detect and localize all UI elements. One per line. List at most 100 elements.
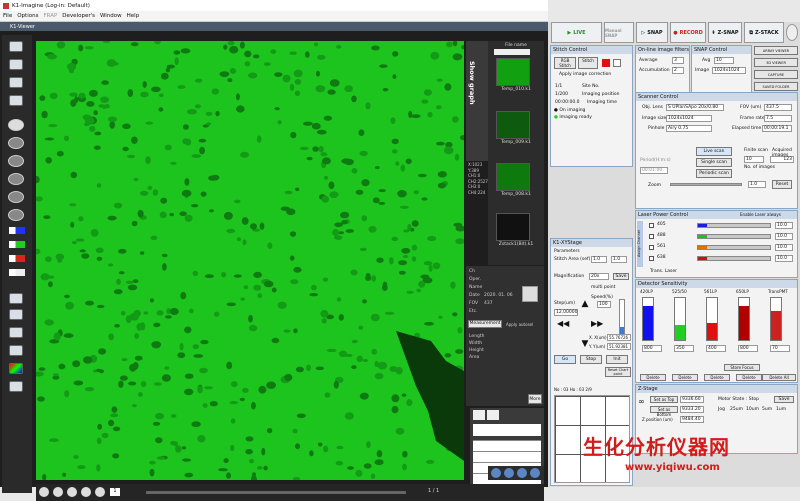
file-name-2[interactable]: Temp_009.k1 xyxy=(488,140,544,145)
menu-help[interactable]: Help xyxy=(127,13,140,19)
frame-slider[interactable] xyxy=(146,491,406,494)
single-scan-button[interactable]: Single scan xyxy=(696,158,732,167)
laser-power-slider[interactable] xyxy=(697,245,771,250)
finite-scan-checkbox[interactable]: Finite scan xyxy=(744,148,768,153)
stitch-area-y-input[interactable]: 1.0 xyxy=(611,256,627,263)
obj-lens-select[interactable]: S UPlanSApo 20x/0.80 xyxy=(666,104,724,111)
laser-power-input[interactable]: 10.0 xyxy=(775,255,793,262)
periodic-scan-button[interactable]: Periodic scan xyxy=(696,169,732,178)
accumulation-checkbox[interactable]: Accumulation xyxy=(639,68,670,73)
stop-icon[interactable] xyxy=(602,59,610,67)
zstage-save-button[interactable]: Save xyxy=(774,396,794,403)
magnification-select[interactable]: 20x xyxy=(589,273,609,280)
finite-scan-input[interactable]: 10 xyxy=(744,156,764,163)
new-file-icon[interactable] xyxy=(9,41,23,52)
capture-button[interactable]: CAPTURE xyxy=(754,70,798,79)
detector-gain-input[interactable]: 400 xyxy=(706,345,726,352)
go-button[interactable]: Go xyxy=(554,355,576,364)
measurement-button[interactable]: Measurement xyxy=(468,320,502,328)
arrow-right-icon[interactable]: ▶▶ xyxy=(591,319,611,329)
frame-input[interactable]: 1 xyxy=(110,488,120,496)
laser-power-slider[interactable] xyxy=(697,234,771,239)
grid-view-icon[interactable] xyxy=(491,468,501,478)
delete-all-button[interactable]: Delete All xyxy=(762,374,796,381)
menu-frap[interactable]: FRAP xyxy=(43,13,57,19)
stitch-area-x-input[interactable]: 1.0 xyxy=(591,256,607,263)
file-thumb-1[interactable] xyxy=(496,58,530,86)
average-input[interactable]: 3 xyxy=(672,57,684,64)
zoom-slider[interactable] xyxy=(670,183,742,186)
mag-save-button[interactable]: Save xyxy=(613,273,629,280)
jog-10um[interactable]: 10um xyxy=(746,407,759,412)
apply-autosel-label[interactable]: Apply autosel xyxy=(506,322,533,327)
stitch-button[interactable]: Stitch xyxy=(578,57,598,69)
arrow-up-icon[interactable]: ▲ xyxy=(579,299,591,309)
confocal-image[interactable] xyxy=(36,41,464,480)
color-palette-icon[interactable] xyxy=(9,293,23,304)
menu-file[interactable]: File xyxy=(3,13,12,19)
next-frame-icon[interactable] xyxy=(81,487,91,497)
file-name-3[interactable]: Temp_008.k1 xyxy=(488,192,544,197)
grayscale-icon[interactable] xyxy=(9,327,23,338)
more-button[interactable]: More xyxy=(528,394,542,404)
assign-channel-tab[interactable]: Assign Channel xyxy=(637,221,643,267)
zsnap-button[interactable]: ⇞ Z-SNAP xyxy=(708,22,742,43)
period-input[interactable]: 00:01:00 xyxy=(640,167,668,174)
jog-5um[interactable]: 5um xyxy=(762,407,772,412)
arrow-left-icon[interactable]: ◀◀ xyxy=(557,319,577,329)
laser-power-input[interactable]: 10.0 xyxy=(775,233,793,240)
zstack-button[interactable]: ⧉ Z-STACK xyxy=(744,22,784,43)
reset-chart-point-button[interactable]: Reset Chart point xyxy=(605,367,631,377)
fit-icon[interactable] xyxy=(8,173,24,185)
last-frame-icon[interactable] xyxy=(95,487,105,497)
channel-2-toggle[interactable] xyxy=(9,241,25,248)
detector-gain-input[interactable]: 800 xyxy=(642,345,662,352)
file-thumb-4[interactable] xyxy=(496,213,530,241)
snap-avg-checkbox[interactable]: Avg xyxy=(702,58,710,63)
merge-icon[interactable] xyxy=(9,309,23,320)
menu-options[interactable]: Options xyxy=(17,13,38,19)
refresh-icon[interactable] xyxy=(517,468,527,478)
speed-slider[interactable] xyxy=(619,299,625,339)
laser-enable-checkbox[interactable] xyxy=(649,234,654,239)
array-viewer-button[interactable]: ARRAY VIEWER xyxy=(754,46,798,55)
list-view-icon[interactable] xyxy=(504,468,514,478)
file-name-4[interactable]: Zstack1(Bit).k1 xyxy=(488,242,544,247)
actual-size-icon[interactable] xyxy=(8,191,24,203)
draw-angle-icon[interactable] xyxy=(487,410,499,420)
store-focus-button[interactable]: Store Focus xyxy=(724,364,760,371)
laser-enable-checkbox[interactable] xyxy=(649,245,654,250)
laser-enable-checkbox[interactable] xyxy=(649,223,654,228)
file-filter-input[interactable] xyxy=(494,49,530,55)
show-graph-tab[interactable]: Show graph xyxy=(466,41,488,161)
file-thumb-3[interactable] xyxy=(496,163,530,191)
live-scan-button[interactable]: Live scan xyxy=(696,147,732,156)
detector-delete-button[interactable]: Delete xyxy=(640,374,666,381)
saved-folder-button[interactable]: SAVED FOLDER xyxy=(754,82,798,91)
laser-power-slider[interactable] xyxy=(697,223,771,228)
menu-window[interactable]: Window xyxy=(100,13,122,19)
play-icon[interactable] xyxy=(67,487,77,497)
channel-toggles[interactable] xyxy=(9,227,25,283)
stop-button[interactable]: Stop xyxy=(580,355,602,364)
clear-icon[interactable] xyxy=(613,59,621,67)
detector-gain-bar[interactable] xyxy=(642,297,654,341)
rgb-icon[interactable] xyxy=(9,363,23,374)
accumulation-input[interactable]: 2 xyxy=(672,67,684,74)
pan-icon[interactable] xyxy=(8,209,24,221)
first-frame-icon[interactable] xyxy=(39,487,49,497)
laser-enable-checkbox[interactable] xyxy=(649,256,654,261)
prev-frame-icon[interactable] xyxy=(53,487,63,497)
snap-button[interactable]: ▷ SNAP xyxy=(636,22,668,43)
export-icon[interactable] xyxy=(9,95,23,106)
pinhole-select[interactable]: Airy 0.75 xyxy=(666,125,712,132)
zoom-reset-button[interactable]: Reset xyxy=(772,180,792,189)
manual-snap-button[interactable]: Manual SNAP xyxy=(604,22,634,43)
channel-1-toggle[interactable] xyxy=(9,227,25,234)
3d-viewer-button[interactable]: 3D VIEWER xyxy=(754,58,798,67)
init-button[interactable]: Init xyxy=(606,355,628,364)
record-button[interactable]: ● RECORD xyxy=(670,22,706,43)
settings-icon[interactable] xyxy=(786,24,798,41)
detector-delete-button[interactable]: Delete xyxy=(704,374,730,381)
shape-tool-row[interactable] xyxy=(473,424,541,436)
